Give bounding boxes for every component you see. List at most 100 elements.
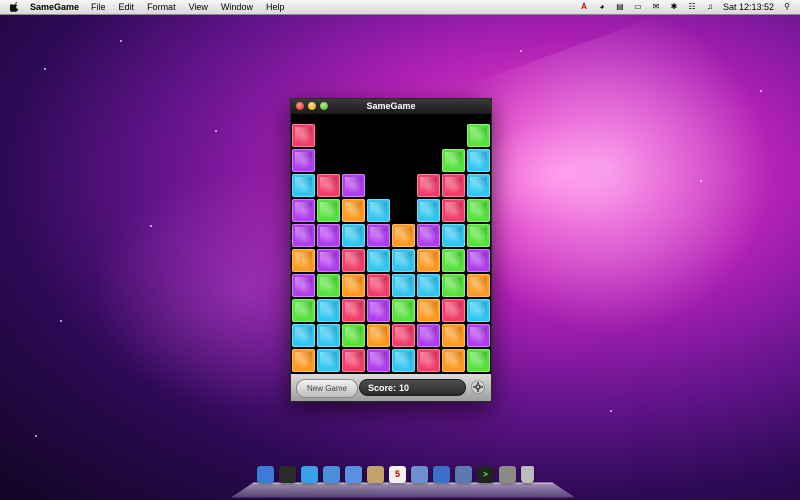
- tile-purple[interactable]: [417, 324, 440, 347]
- tile-purple[interactable]: [317, 224, 340, 247]
- tile-purple[interactable]: [367, 299, 390, 322]
- app-menu[interactable]: SameGame: [30, 2, 79, 12]
- tile-green[interactable]: [442, 149, 465, 172]
- terminal-icon[interactable]: >: [477, 466, 494, 483]
- tile-purple[interactable]: [317, 249, 340, 272]
- spotlight-search-icon[interactable]: ⚲: [782, 2, 792, 12]
- tile-blue[interactable]: [417, 274, 440, 297]
- wifi-icon[interactable]: ☷: [687, 2, 697, 12]
- tile-red[interactable]: [317, 174, 340, 197]
- tile-blue[interactable]: [417, 199, 440, 222]
- bluetooth-icon[interactable]: ✱: [669, 2, 679, 12]
- itunes-icon[interactable]: [433, 466, 450, 483]
- new-game-button[interactable]: New Game: [296, 379, 358, 398]
- address-book-icon[interactable]: [367, 466, 384, 483]
- tile-green[interactable]: [292, 299, 315, 322]
- tile-green[interactable]: [442, 249, 465, 272]
- tile-blue[interactable]: [317, 349, 340, 372]
- volume-icon[interactable]: ♫: [705, 2, 715, 12]
- tile-green[interactable]: [392, 299, 415, 322]
- tile-orange[interactable]: [342, 199, 365, 222]
- mail-icon[interactable]: [323, 466, 340, 483]
- menu-file[interactable]: File: [91, 2, 106, 12]
- system-preferences-icon[interactable]: [499, 466, 516, 483]
- tile-blue[interactable]: [317, 299, 340, 322]
- tile-green[interactable]: [442, 274, 465, 297]
- tile-green[interactable]: [317, 274, 340, 297]
- tile-blue[interactable]: [467, 174, 490, 197]
- tile-blue[interactable]: [467, 149, 490, 172]
- tile-blue[interactable]: [342, 224, 365, 247]
- tile-red[interactable]: [292, 124, 315, 147]
- tile-purple[interactable]: [467, 249, 490, 272]
- tile-green[interactable]: [467, 199, 490, 222]
- gear-icon[interactable]: [471, 380, 485, 394]
- tile-purple[interactable]: [342, 174, 365, 197]
- tile-blue[interactable]: [392, 349, 415, 372]
- tile-red[interactable]: [442, 174, 465, 197]
- safari-icon[interactable]: [301, 466, 318, 483]
- tile-green[interactable]: [467, 224, 490, 247]
- tile-purple[interactable]: [292, 274, 315, 297]
- menu-view[interactable]: View: [189, 2, 208, 12]
- dashboard-icon[interactable]: [279, 466, 296, 483]
- lock-icon[interactable]: ▤: [615, 2, 625, 12]
- tile-red[interactable]: [342, 249, 365, 272]
- tile-orange[interactable]: [392, 224, 415, 247]
- tile-orange[interactable]: [292, 349, 315, 372]
- tile-purple[interactable]: [367, 224, 390, 247]
- tile-blue[interactable]: [392, 249, 415, 272]
- tile-blue[interactable]: [367, 249, 390, 272]
- tile-purple[interactable]: [292, 199, 315, 222]
- tile-red[interactable]: [417, 174, 440, 197]
- title-bar[interactable]: SameGame: [291, 99, 491, 114]
- menu-edit[interactable]: Edit: [119, 2, 135, 12]
- tile-green[interactable]: [342, 324, 365, 347]
- tile-blue[interactable]: [467, 299, 490, 322]
- game-board[interactable]: [292, 124, 492, 374]
- adobe-icon[interactable]: A: [579, 2, 589, 12]
- iphoto-icon[interactable]: [455, 466, 472, 483]
- tile-orange[interactable]: [367, 324, 390, 347]
- menu-format[interactable]: Format: [147, 2, 176, 12]
- display-icon[interactable]: ▭: [633, 2, 643, 12]
- tile-blue[interactable]: [292, 324, 315, 347]
- tile-orange[interactable]: [417, 249, 440, 272]
- tile-purple[interactable]: [417, 224, 440, 247]
- menu-window[interactable]: Window: [221, 2, 253, 12]
- tile-blue[interactable]: [367, 199, 390, 222]
- tile-purple[interactable]: [467, 324, 490, 347]
- finder-icon[interactable]: [257, 466, 274, 483]
- tile-blue[interactable]: [317, 324, 340, 347]
- tile-orange[interactable]: [342, 274, 365, 297]
- tile-red[interactable]: [417, 349, 440, 372]
- tile-blue[interactable]: [292, 174, 315, 197]
- apple-icon[interactable]: [10, 2, 20, 12]
- tile-purple[interactable]: [292, 149, 315, 172]
- timemachine-icon[interactable]: ◕: [597, 2, 607, 12]
- tile-orange[interactable]: [442, 349, 465, 372]
- tile-orange[interactable]: [442, 324, 465, 347]
- tile-green[interactable]: [317, 199, 340, 222]
- tile-red[interactable]: [442, 299, 465, 322]
- ical-icon[interactable]: 5: [389, 466, 406, 483]
- tile-red[interactable]: [367, 274, 390, 297]
- tile-red[interactable]: [442, 199, 465, 222]
- menu-help[interactable]: Help: [266, 2, 285, 12]
- tile-orange[interactable]: [467, 274, 490, 297]
- trash-icon[interactable]: [521, 466, 534, 483]
- tile-green[interactable]: [467, 124, 490, 147]
- tile-blue[interactable]: [392, 274, 415, 297]
- clock[interactable]: Sat 12:13:52: [723, 2, 774, 12]
- tile-red[interactable]: [342, 349, 365, 372]
- tile-blue[interactable]: [442, 224, 465, 247]
- ichat-icon[interactable]: [345, 466, 362, 483]
- tile-green[interactable]: [467, 349, 490, 372]
- tile-orange[interactable]: [417, 299, 440, 322]
- tile-red[interactable]: [342, 299, 365, 322]
- preview-icon[interactable]: [411, 466, 428, 483]
- mail-status-icon[interactable]: ✉: [651, 2, 661, 12]
- tile-red[interactable]: [392, 324, 415, 347]
- tile-purple[interactable]: [292, 224, 315, 247]
- tile-orange[interactable]: [292, 249, 315, 272]
